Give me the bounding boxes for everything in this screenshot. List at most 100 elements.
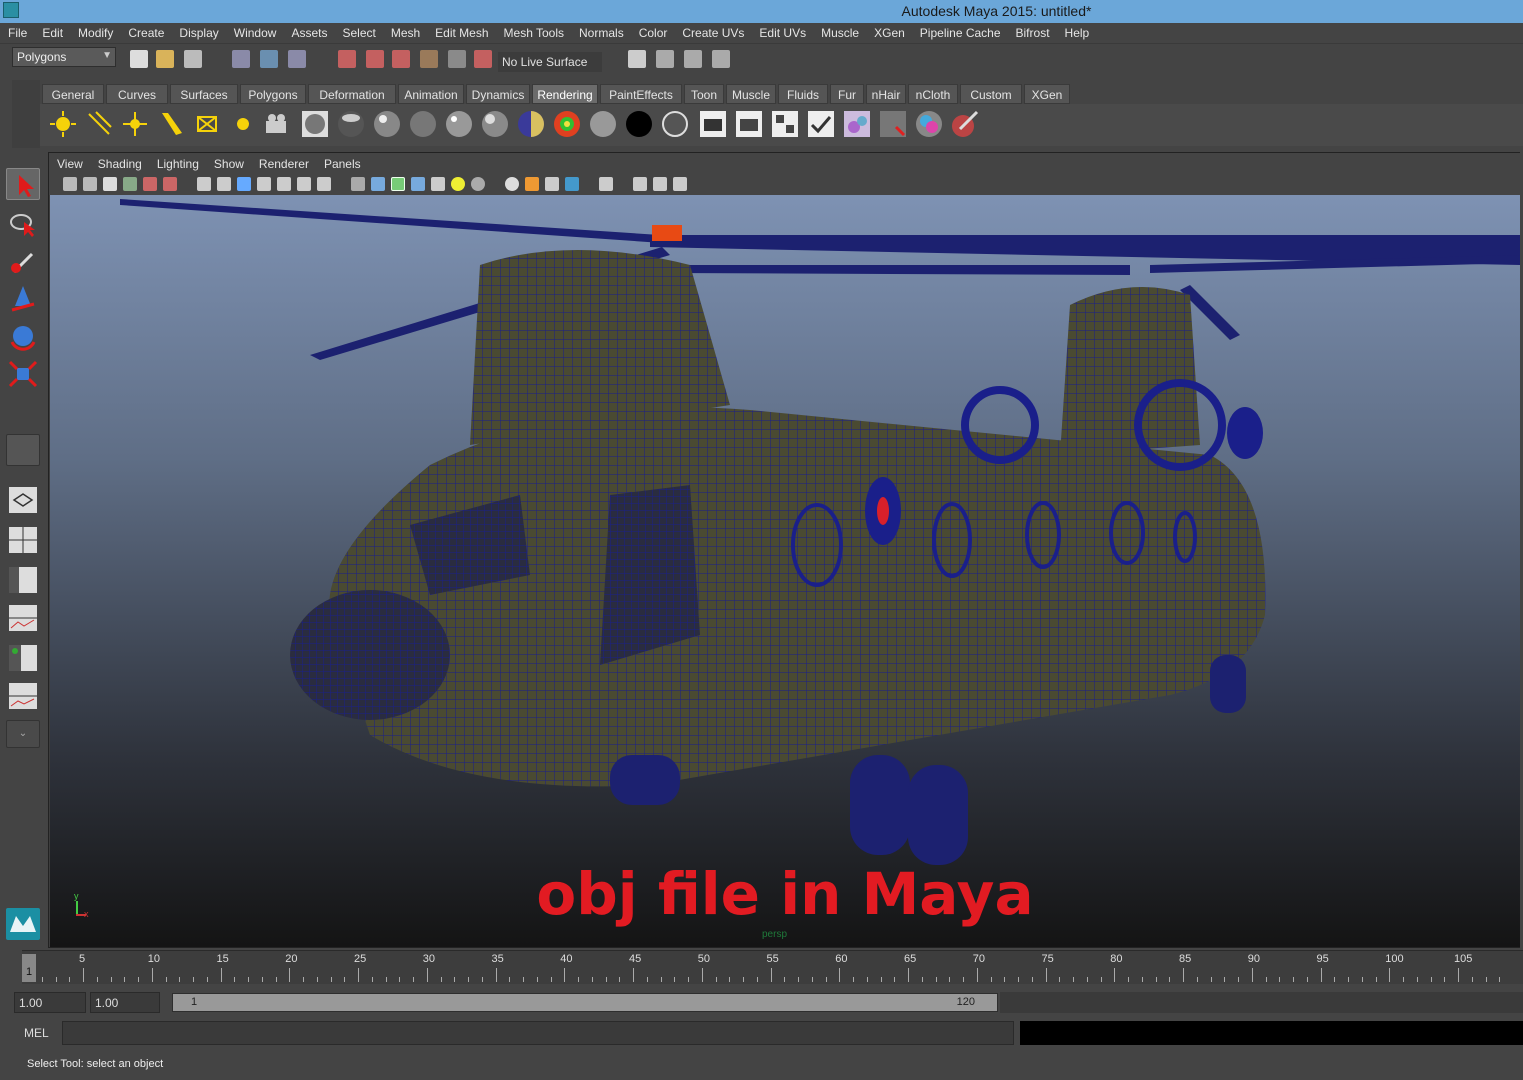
render-view-icon[interactable] [628,50,646,68]
shelf-tab-surfaces[interactable]: Surfaces [170,84,238,104]
shelf-tab-toon[interactable]: Toon [684,84,724,104]
menu-create-uvs[interactable]: Create UVs [674,23,751,40]
point-light-icon[interactable] [120,109,150,139]
move-tool-icon[interactable] [6,282,40,314]
menu-bifrost[interactable]: Bifrost [1008,23,1057,40]
current-frame-marker[interactable]: 1 [22,954,36,982]
2d-pan-zoom-icon[interactable] [143,177,157,191]
snap-point-icon[interactable] [392,50,410,68]
rotate-tool-icon[interactable] [6,320,40,352]
shelf-tab-fluids[interactable]: Fluids [778,84,828,104]
snap-grid-icon[interactable] [338,50,356,68]
menu-color[interactable]: Color [631,23,675,40]
open-scene-icon[interactable] [156,50,174,68]
shelf-tab-nhair[interactable]: nHair [866,84,906,104]
shelf-tab-general[interactable]: General [42,84,104,104]
shelf-tab-polygons[interactable]: Polygons [240,84,306,104]
four-view-layout-icon[interactable] [6,524,40,556]
menu-assets[interactable]: Assets [283,23,334,40]
lambert-shader-icon[interactable] [408,109,438,139]
black-shader-icon[interactable] [624,109,654,139]
select-object-icon[interactable] [260,50,278,68]
viewport-scene[interactable]: obj file in Maya persp y x [50,195,1520,947]
magnet-icon[interactable] [474,50,492,68]
last-tool-slot[interactable] [6,434,40,466]
more-layouts-chevron-icon[interactable]: ⌄ [6,720,40,748]
area-light-icon[interactable] [192,109,222,139]
menu-mesh[interactable]: Mesh [383,23,427,40]
ipr-render-shelf-icon[interactable] [734,109,764,139]
camera-attributes-icon[interactable] [83,177,97,191]
menu-edit[interactable]: Edit [34,23,70,40]
shelf-tab-xgen[interactable]: XGen [1024,84,1070,104]
menu-edit-uvs[interactable]: Edit UVs [751,23,813,40]
spot-light-icon[interactable] [156,109,186,139]
grease-pencil-icon[interactable] [163,177,177,191]
lasso-tool-icon[interactable] [6,208,40,240]
menu-xgen[interactable]: XGen [866,23,912,40]
shelf-tab-ncloth[interactable]: nCloth [908,84,958,104]
safe-title-icon[interactable] [317,177,331,191]
menu-edit-mesh[interactable]: Edit Mesh [427,23,495,40]
animation-start-field[interactable]: 1.00 [14,992,86,1013]
panel-menu-view[interactable]: View [49,153,90,171]
shelf-tab-rendering[interactable]: Rendering [532,84,598,104]
panel-menu-show[interactable]: Show [206,153,251,171]
panel-menu-shading[interactable]: Shading [90,153,149,171]
render-settings-shelf-icon[interactable] [806,109,836,139]
single-perspective-layout-icon[interactable] [6,484,40,516]
anisotropic-shader-icon[interactable] [336,109,366,139]
field-chart-icon[interactable] [277,177,291,191]
blinn-shader-icon[interactable] [372,109,402,139]
menu-normals[interactable]: Normals [571,23,631,40]
hypershade-window-icon[interactable] [842,109,872,139]
surface-shader-icon[interactable] [552,109,582,139]
snap-curve-icon[interactable] [366,50,384,68]
phong-shader-icon[interactable] [444,109,474,139]
ramp-shader-icon[interactable] [516,109,546,139]
select-hierarchy-icon[interactable] [232,50,250,68]
menu-modify[interactable]: Modify [70,23,120,40]
isolate-select-icon[interactable] [599,177,613,191]
image-plane-icon[interactable] [123,177,137,191]
layered-shader-icon[interactable] [660,109,690,139]
hypershade-icon[interactable] [300,109,330,139]
xray-components-icon[interactable] [653,177,667,191]
save-scene-icon[interactable] [184,50,202,68]
paint-select-tool-icon[interactable] [6,246,40,278]
menu-pipeline-cache[interactable]: Pipeline Cache [912,23,1008,40]
smooth-shade-icon[interactable] [371,177,385,191]
directional-light-icon[interactable] [84,109,114,139]
panel-menu-panels[interactable]: Panels [316,153,368,171]
shelf-tab-muscle[interactable]: Muscle [726,84,776,104]
render-settings-icon[interactable] [712,50,730,68]
menu-mesh-tools[interactable]: Mesh Tools [496,23,571,40]
snap-view-plane-icon[interactable] [420,50,438,68]
paint-brush-icon[interactable] [950,109,980,139]
shelf-tab-animation[interactable]: Animation [398,84,464,104]
xray-joints-icon[interactable] [633,177,647,191]
camera-icon[interactable] [262,109,292,139]
shelf-tab-custom[interactable]: Custom [960,84,1022,104]
select-component-icon[interactable] [288,50,306,68]
shadows-icon[interactable] [471,177,485,191]
playback-start-field[interactable]: 1.00 [90,992,160,1013]
render-passes-icon[interactable] [914,109,944,139]
render-frame-icon[interactable] [656,50,674,68]
use-all-lights-icon[interactable] [451,177,465,191]
bookmarks-icon[interactable] [103,177,117,191]
film-gate-icon[interactable] [217,177,231,191]
wireframe-icon[interactable] [351,177,365,191]
menu-help[interactable]: Help [1057,23,1097,40]
node-editor-icon[interactable] [673,177,687,191]
resolution-gate-icon[interactable] [237,177,251,191]
batch-render-icon[interactable] [770,109,800,139]
shelf-options-strip[interactable] [12,80,40,148]
command-input[interactable] [62,1021,1014,1045]
range-slider[interactable]: 1 120 [172,993,998,1012]
persp-graph-outliner-layout-icon[interactable] [6,680,40,712]
make-live-icon[interactable] [448,50,466,68]
wireframe-on-shaded-icon[interactable] [391,177,405,191]
menuset-dropdown[interactable]: Polygons ▼ [12,47,116,67]
shelf-tab-painteffects[interactable]: PaintEffects [600,84,682,104]
